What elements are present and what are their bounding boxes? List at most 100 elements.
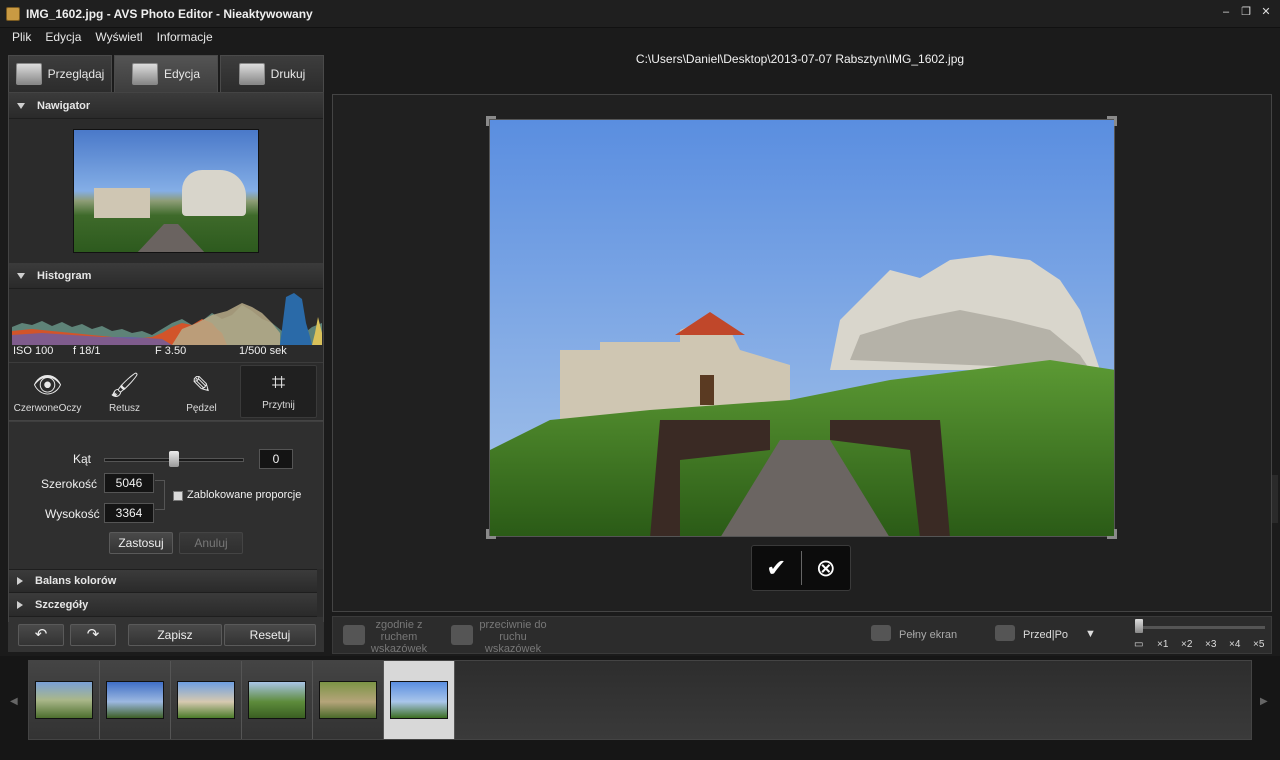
width-label: Szerokość — [41, 477, 98, 491]
reset-button[interactable]: Resetuj — [224, 624, 316, 646]
tab-label: Edycja — [163, 67, 201, 81]
tab-drukuj[interactable]: Drukuj — [220, 55, 324, 92]
mode-tabs: Przeglądaj Edycja Drukuj — [8, 55, 324, 92]
before-after-label[interactable]: Przed|Po — [1023, 629, 1068, 641]
printer-icon — [238, 63, 265, 85]
chevron-down-icon[interactable]: ▼ — [1085, 628, 1096, 640]
tool-retouch[interactable]: 🖌 Retusz — [86, 363, 163, 420]
retouch-brush-icon: 🖌 — [109, 372, 140, 399]
crop-icon: ⌗ — [271, 369, 286, 396]
crop-handle-tl[interactable] — [486, 116, 496, 126]
collapse-icon — [17, 272, 25, 279]
aperture-value: F 3.50 — [155, 345, 187, 357]
scroll-left-icon[interactable]: ◀ — [10, 696, 18, 707]
confirm-check-icon[interactable]: ✔ — [752, 546, 801, 590]
rotate-ccw-icon[interactable] — [451, 625, 473, 645]
before-after-icon[interactable] — [995, 625, 1015, 641]
color-balance-header[interactable]: Balans kolorów — [9, 569, 317, 593]
details-header[interactable]: Szczegóły — [9, 593, 317, 617]
rotate-cw-icon[interactable] — [343, 625, 365, 645]
histogram-header[interactable]: Histogram — [9, 263, 323, 289]
film-thumb-1[interactable] — [29, 661, 100, 739]
apply-button[interactable]: Zastosuj — [109, 532, 173, 554]
menu-informacje[interactable]: Informacje — [157, 30, 213, 50]
cancel-x-icon[interactable]: ⊗ — [802, 546, 851, 590]
save-button[interactable]: Zapisz — [128, 624, 222, 646]
histogram-graph — [12, 293, 322, 345]
crop-confirm-bar: ✔ ⊗ — [751, 545, 851, 591]
height-input[interactable]: 3364 — [104, 503, 154, 523]
angle-input[interactable]: 0 — [259, 449, 293, 469]
film-thumb-2[interactable] — [100, 661, 171, 739]
histogram-info: ISO 100 f 18/1 F 3.50 1/500 sek — [13, 345, 321, 359]
tool-palette: 👁 CzerwoneOczy 🖌 Retusz ✎ Pędzel ⌗ Przyt… — [9, 363, 323, 421]
tab-label: Drukuj — [270, 67, 306, 81]
zoom-slider-thumb[interactable] — [1135, 619, 1143, 633]
paintbrush-icon: ✎ — [191, 372, 212, 399]
navigator-thumbnail[interactable] — [73, 129, 259, 253]
rotate-ccw-label[interactable]: przeciwnie do ruchu wskazówek — [477, 619, 549, 655]
menu-edycja[interactable]: Edycja — [45, 30, 81, 50]
shutter-value: 1/500 sek — [239, 345, 287, 357]
width-input[interactable]: 5046 — [104, 473, 154, 493]
zoom-5[interactable]: ×5 — [1253, 639, 1264, 650]
rotate-cw-label[interactable]: zgodnie z ruchem wskazówek — [369, 619, 429, 655]
film-thumb-5[interactable] — [313, 661, 384, 739]
title-bar: IMG_1602.jpg - AVS Photo Editor - Nieakt… — [0, 0, 1280, 28]
film-thumb-3[interactable] — [171, 661, 242, 739]
film-thumb-6[interactable] — [384, 661, 455, 739]
undo-icon[interactable]: ↶ — [18, 624, 64, 646]
close-icon[interactable]: ✕ — [1260, 6, 1272, 18]
tool-crop[interactable]: ⌗ Przytnij — [240, 365, 317, 418]
file-path: C:\Users\Daniel\Desktop\2013-07-07 Rabsz… — [635, 52, 965, 66]
restore-icon[interactable]: ❐ — [1240, 6, 1252, 18]
fullscreen-label[interactable]: Pełny ekran — [899, 629, 957, 641]
angle-slider-thumb[interactable] — [169, 451, 179, 467]
zoom-slider-track[interactable] — [1137, 626, 1265, 629]
expand-icon — [17, 577, 23, 585]
folder-icon — [15, 63, 42, 85]
photo-image — [490, 120, 1114, 536]
fit-icon[interactable]: ▭ — [1134, 639, 1143, 650]
left-panel: Nawigator Histogram ISO 100 f 18/1 F 3.5… — [8, 92, 324, 652]
crop-settings: Kąt 0 Szerokość 5046 Zablokowane proporc… — [9, 421, 323, 569]
crop-handle-br[interactable] — [1107, 529, 1117, 539]
redo-icon[interactable]: ↷ — [70, 624, 116, 646]
image-viewer: ✔ ⊗ — [332, 94, 1272, 612]
menu-plik[interactable]: Plik — [12, 30, 31, 50]
window-title: IMG_1602.jpg - AVS Photo Editor - Nieakt… — [26, 6, 313, 21]
left-bottom-bar: ↶ ↷ Zapisz Resetuj — [8, 622, 324, 652]
tool-brush[interactable]: ✎ Pędzel — [163, 363, 240, 420]
color-balance-title: Balans kolorów — [35, 575, 117, 587]
lock-proportions-checkbox[interactable] — [173, 491, 183, 501]
viewer-toolbar: zgodnie z ruchem wskazówek przeciwnie do… — [332, 616, 1272, 655]
tab-edycja[interactable]: Edycja — [114, 55, 218, 92]
cancel-button[interactable]: Anuluj — [179, 532, 243, 554]
menu-wyswietl[interactable]: Wyświetl — [95, 30, 142, 50]
collapsed-panels: Balans kolorów Szczegóły — [9, 569, 323, 617]
app-icon — [6, 6, 20, 21]
filmstrip-track — [28, 660, 1252, 740]
crop-handle-tr[interactable] — [1107, 116, 1117, 126]
tab-przegladaj[interactable]: Przeglądaj — [8, 55, 112, 92]
details-title: Szczegóły — [35, 598, 89, 611]
photo-canvas[interactable] — [489, 119, 1115, 537]
minimize-icon[interactable]: – — [1220, 6, 1232, 18]
menu-bar: Plik Edycja Wyświetl Informacje — [0, 30, 213, 50]
lock-proportions-label[interactable]: Zablokowane proporcje — [187, 489, 301, 501]
navigator-header[interactable]: Nawigator — [9, 93, 323, 119]
iso-value: ISO 100 — [13, 345, 54, 357]
film-thumb-4[interactable] — [242, 661, 313, 739]
crop-handle-bl[interactable] — [486, 529, 496, 539]
collapse-icon — [17, 102, 25, 109]
navigator-box — [9, 119, 323, 263]
navigator-title: Nawigator — [37, 99, 91, 112]
fullscreen-icon[interactable] — [871, 625, 891, 641]
tool-red-eye[interactable]: 👁 CzerwoneOczy — [9, 363, 86, 420]
zoom-3[interactable]: ×3 — [1205, 639, 1216, 650]
tool-label: Retusz — [108, 403, 141, 414]
zoom-4[interactable]: ×4 — [1229, 639, 1240, 650]
zoom-2[interactable]: ×2 — [1181, 639, 1192, 650]
scroll-right-icon[interactable]: ▶ — [1260, 696, 1268, 707]
zoom-1[interactable]: ×1 — [1157, 639, 1168, 650]
